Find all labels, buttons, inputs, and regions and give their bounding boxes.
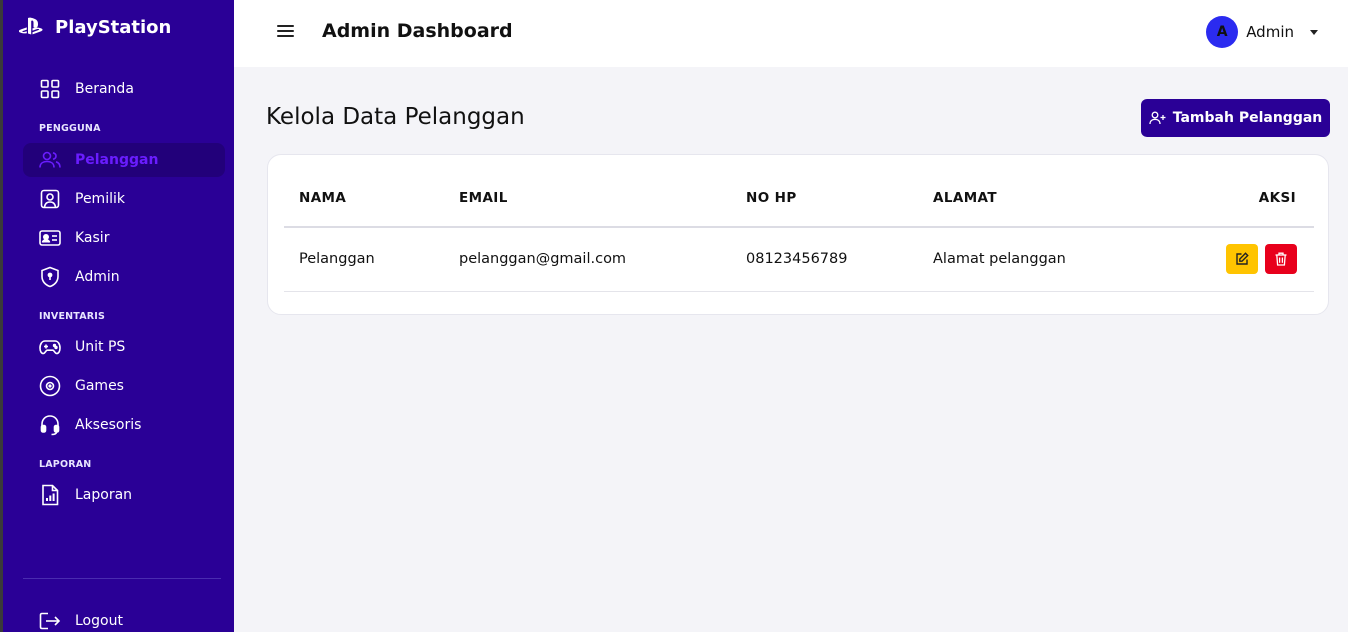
cell-no-hp: 08123456789 xyxy=(746,251,848,267)
chevron-down-icon xyxy=(1310,29,1318,35)
customers-table-card: NAMA EMAIL NO HP ALAMAT AKSI Pelanggan p… xyxy=(267,154,1329,315)
add-customer-label: Tambah Pelanggan xyxy=(1172,110,1323,126)
sidebar-item-pelanggan[interactable]: Pelanggan xyxy=(23,143,225,177)
trash-icon xyxy=(1275,252,1287,266)
logout-button[interactable]: Logout xyxy=(23,604,225,632)
brand-name: PlayStation xyxy=(55,16,172,38)
playstation-logo-icon xyxy=(19,16,45,38)
sidebar-item-label: Games xyxy=(75,378,124,394)
users-icon xyxy=(39,149,61,171)
sidebar-item-unit-ps[interactable]: Unit PS xyxy=(23,330,225,364)
sidebar-item-label: Pemilik xyxy=(75,191,125,207)
logout-label: Logout xyxy=(75,613,123,629)
headset-icon xyxy=(39,414,61,436)
user-name: Admin xyxy=(1246,23,1294,41)
sidebar-item-kasir[interactable]: Kasir xyxy=(23,221,225,255)
user-menu[interactable]: A Admin xyxy=(1206,16,1318,48)
column-header-no-hp: NO HP xyxy=(746,190,797,206)
id-card-icon xyxy=(39,227,61,249)
add-customer-button[interactable]: Tambah Pelanggan xyxy=(1141,99,1330,137)
column-header-alamat: ALAMAT xyxy=(933,190,997,206)
column-header-nama: NAMA xyxy=(299,190,347,206)
shield-icon xyxy=(39,266,61,288)
menu-toggle-icon[interactable] xyxy=(277,23,295,39)
cell-nama: Pelanggan xyxy=(299,251,375,267)
sidebar-item-label: Beranda xyxy=(75,81,134,97)
header-title: Admin Dashboard xyxy=(322,20,513,42)
grid-icon xyxy=(39,78,61,100)
page-title: Kelola Data Pelanggan xyxy=(266,104,525,130)
header-divider xyxy=(284,226,1314,228)
column-header-aksi: AKSI xyxy=(1258,190,1296,206)
section-laporan: LAPORAN xyxy=(39,459,92,470)
delete-button[interactable] xyxy=(1265,244,1297,274)
sidebar-item-games[interactable]: Games xyxy=(23,369,225,403)
sidebar-item-label: Kasir xyxy=(75,230,110,246)
sidebar-item-label: Unit PS xyxy=(75,339,126,355)
sidebar-item-laporan[interactable]: Laporan xyxy=(23,478,225,512)
avatar: A xyxy=(1206,16,1239,48)
cell-alamat: Alamat pelanggan xyxy=(933,251,1066,267)
sidebar-item-pemilik[interactable]: Pemilik xyxy=(23,182,225,216)
user-square-icon xyxy=(39,188,61,210)
disc-icon xyxy=(39,375,61,397)
row-divider xyxy=(284,291,1314,292)
sidebar-item-label: Aksesoris xyxy=(75,417,142,433)
sidebar-item-label: Admin xyxy=(75,269,120,285)
sidebar-item-admin[interactable]: Admin xyxy=(23,260,225,294)
column-header-email: EMAIL xyxy=(459,190,508,206)
gamepad-icon xyxy=(39,336,61,358)
sidebar-divider xyxy=(23,578,221,579)
sidebar-item-beranda[interactable]: Beranda xyxy=(23,72,225,106)
sidebar-item-aksesoris[interactable]: Aksesoris xyxy=(23,408,225,442)
section-pengguna: PENGGUNA xyxy=(39,123,101,134)
report-icon xyxy=(39,484,61,506)
sidebar-item-label: Pelanggan xyxy=(75,152,159,168)
brand[interactable]: PlayStation xyxy=(19,16,171,38)
edit-icon xyxy=(1235,252,1249,266)
topbar: Admin Dashboard A Admin xyxy=(234,0,1348,67)
cell-email: pelanggan@gmail.com xyxy=(459,251,627,267)
section-inventaris: INVENTARIS xyxy=(39,311,106,322)
sidebar: PlayStation Beranda PENGGUNA Pelanggan P… xyxy=(0,0,234,632)
user-plus-icon xyxy=(1149,111,1167,125)
edit-button[interactable] xyxy=(1226,244,1258,274)
sidebar-item-label: Laporan xyxy=(75,487,133,503)
logout-icon xyxy=(39,610,61,632)
